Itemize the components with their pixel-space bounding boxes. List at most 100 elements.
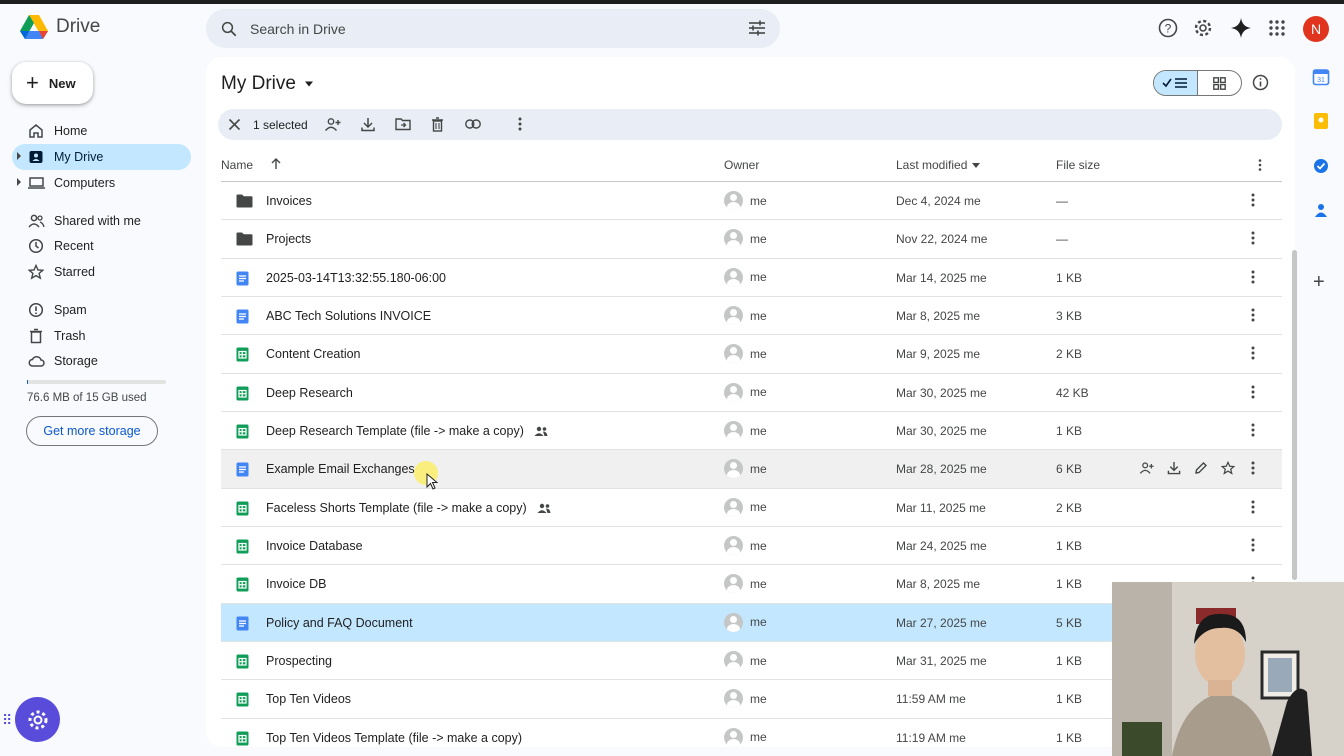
keep-notes-icon[interactable] — [1312, 112, 1330, 130]
sidebar-item-trash[interactable]: Trash — [12, 323, 191, 349]
file-row[interactable]: Example Email Exchanges me Mar 28, 2025 me… — [221, 450, 1282, 489]
row-more-actions-icon[interactable] — [1251, 461, 1255, 475]
help-icon[interactable]: ? — [1157, 17, 1179, 39]
file-row[interactable]: Invoices me Dec 4, 2024 me — — [221, 182, 1282, 221]
new-button[interactable]: + New — [12, 62, 93, 104]
calendar-icon[interactable]: 31 — [1312, 68, 1330, 86]
column-options-kebab-icon[interactable] — [1258, 159, 1262, 171]
title-dropdown-icon[interactable] — [304, 81, 314, 87]
row-kebab[interactable] — [1251, 346, 1255, 360]
copy-link-icon[interactable] — [465, 119, 481, 129]
row-share-icon[interactable] — [1139, 461, 1154, 475]
row-more-actions-icon[interactable] — [1251, 538, 1255, 552]
file-name[interactable]: ABC Tech Solutions INVOICE — [266, 309, 431, 323]
settings-gear-icon[interactable] — [1192, 17, 1214, 39]
sidebar-item-starred[interactable]: Starred — [12, 259, 191, 285]
row-more-actions-icon[interactable] — [1251, 346, 1255, 360]
add-addon-plus-icon[interactable]: + — [1313, 272, 1325, 292]
row-kebab[interactable] — [1251, 385, 1255, 399]
row-kebab[interactable] — [1251, 461, 1255, 475]
sidebar-item-computers[interactable]: Computers — [12, 170, 191, 196]
row-star-icon[interactable] — [1221, 461, 1235, 476]
row-kebab[interactable] — [1251, 500, 1255, 514]
column-header-name[interactable]: Name — [221, 158, 253, 172]
file-row[interactable]: Deep Research me Mar 30, 2025 me 42 KB — [221, 374, 1282, 413]
search-options-icon[interactable] — [748, 20, 766, 36]
file-row[interactable]: Invoice Database me Mar 24, 2025 me 1 KB — [221, 527, 1282, 566]
row-more-actions-icon[interactable] — [1251, 270, 1255, 284]
info-icon[interactable] — [1252, 74, 1269, 91]
file-name[interactable]: Prospecting — [266, 654, 332, 668]
row-more-actions-icon[interactable] — [1251, 193, 1255, 207]
clear-selection-close-icon[interactable] — [228, 118, 241, 131]
file-name[interactable]: Example Email Exchanges — [266, 462, 415, 476]
file-name[interactable]: Deep Research — [266, 386, 353, 400]
list-view-button[interactable] — [1154, 71, 1198, 95]
grid-view-button[interactable] — [1198, 71, 1242, 95]
file-row[interactable]: Deep Research Template (file -> make a c… — [221, 412, 1282, 451]
column-header-owner[interactable]: Owner — [724, 158, 759, 172]
file-row[interactable]: 2025-03-14T13:32:55.180-06:00 me Mar 14, 2… — [221, 259, 1282, 298]
download-icon[interactable] — [361, 117, 375, 132]
file-name[interactable]: Projects — [266, 232, 311, 246]
row-more-actions-icon[interactable] — [1251, 308, 1255, 322]
file-row[interactable]: Content Creation me Mar 9, 2025 me 2 KB — [221, 335, 1282, 374]
row-kebab[interactable] — [1251, 538, 1255, 552]
sidebar-item-shared-with-me[interactable]: Shared with me — [12, 208, 191, 234]
file-name[interactable]: Invoices — [266, 194, 312, 208]
file-owner: me — [724, 727, 767, 747]
row-kebab[interactable] — [1251, 193, 1255, 207]
get-more-storage-button[interactable]: Get more storage — [26, 416, 158, 446]
row-download-icon[interactable] — [1167, 461, 1181, 475]
row-more-actions-icon[interactable] — [1251, 423, 1255, 437]
column-header-last-modified[interactable]: Last modified — [896, 158, 981, 172]
sidebar-item-spam[interactable]: Spam — [12, 297, 191, 323]
contacts-icon[interactable] — [1312, 201, 1330, 219]
file-name[interactable]: Top Ten Videos Template (file -> make a … — [266, 731, 522, 745]
file-name[interactable]: Faceless Shorts Template (file -> make a… — [266, 501, 551, 515]
sidebar-item-storage[interactable]: Storage — [12, 348, 191, 374]
expand-caret-icon[interactable] — [17, 178, 21, 186]
share-add-person-icon[interactable] — [324, 117, 341, 132]
search-bar[interactable] — [206, 9, 780, 48]
row-more-actions-icon[interactable] — [1251, 500, 1255, 514]
search-input[interactable] — [250, 20, 730, 37]
row-rename-pencil-icon[interactable] — [1194, 461, 1208, 475]
file-row[interactable]: Faceless Shorts Template (file -> make a… — [221, 489, 1282, 528]
file-row[interactable]: ABC Tech Solutions INVOICE me Mar 8, 2025 … — [221, 297, 1282, 336]
owner-avatar — [724, 421, 743, 441]
scrollbar[interactable] — [1292, 250, 1297, 580]
row-more-actions-icon[interactable] — [1251, 385, 1255, 399]
sort-ascending-arrow-icon[interactable] — [271, 158, 281, 170]
sidebar-item-my-drive[interactable]: My Drive — [12, 144, 191, 170]
account-avatar[interactable]: N — [1303, 16, 1329, 42]
extension-gear-button[interactable] — [15, 697, 60, 742]
sidebar-item-home[interactable]: Home — [12, 118, 191, 144]
row-kebab[interactable] — [1251, 231, 1255, 245]
more-actions-icon[interactable] — [518, 117, 522, 131]
file-name[interactable]: 2025-03-14T13:32:55.180-06:00 — [266, 271, 446, 285]
file-name[interactable]: Deep Research Template (file -> make a c… — [266, 424, 548, 438]
column-header-file-size[interactable]: File size — [1056, 158, 1100, 172]
file-row[interactable]: Projects me Nov 22, 2024 me — — [221, 220, 1282, 259]
sidebar-item-recent[interactable]: Recent — [12, 233, 191, 259]
expand-caret-icon[interactable] — [17, 152, 21, 160]
row-more-actions-icon[interactable] — [1251, 231, 1255, 245]
file-name[interactable]: Policy and FAQ Document — [266, 616, 413, 630]
search-icon[interactable] — [220, 20, 238, 38]
move-to-folder-icon[interactable] — [395, 117, 411, 131]
drag-handle-icon[interactable]: ⠿ — [2, 712, 12, 729]
apps-grid-icon[interactable] — [1266, 17, 1288, 39]
gemini-sparkle-icon[interactable] — [1230, 17, 1252, 39]
file-name[interactable]: Invoice Database — [266, 539, 363, 553]
file-name[interactable]: Top Ten Videos — [266, 692, 351, 706]
page-title[interactable]: My Drive — [221, 73, 314, 95]
drive-logo[interactable]: Drive — [20, 14, 100, 40]
delete-trash-icon[interactable] — [431, 117, 444, 132]
row-kebab[interactable] — [1251, 270, 1255, 284]
file-name[interactable]: Content Creation — [266, 347, 361, 361]
file-name[interactable]: Invoice DB — [266, 577, 326, 591]
row-kebab[interactable] — [1251, 308, 1255, 322]
row-kebab[interactable] — [1251, 423, 1255, 437]
tasks-icon[interactable] — [1312, 157, 1330, 175]
